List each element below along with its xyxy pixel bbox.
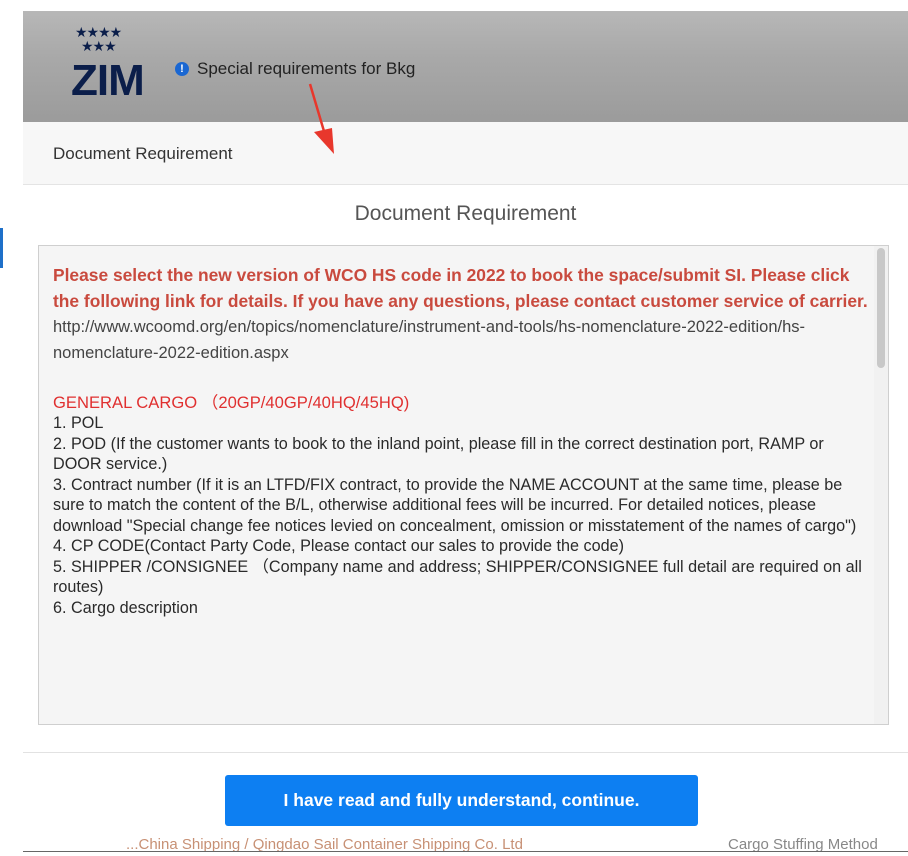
- hs-code-notice: Please select the new version of WCO HS …: [53, 265, 868, 311]
- continue-button[interactable]: I have read and fully understand, contin…: [225, 775, 698, 826]
- general-cargo-title: GENERAL CARGO （20GP/40GP/40HQ/45HQ): [53, 393, 410, 412]
- requirement-item: 2. POD (If the customer wants to book to…: [53, 434, 824, 474]
- scrollbar[interactable]: [874, 246, 888, 724]
- modal-bottom-border: [23, 851, 908, 852]
- scrollbar-thumb[interactable]: [877, 248, 885, 368]
- requirements-content: Please select the new version of WCO HS …: [39, 246, 874, 724]
- footer-divider: [23, 752, 908, 753]
- document-requirement-heading: Document Requirement: [354, 202, 577, 225]
- notice-text: Special requirements for Bkg: [197, 59, 416, 78]
- requirements-scroll-panel[interactable]: Please select the new version of WCO HS …: [38, 245, 889, 725]
- background-accent-bar: [0, 228, 3, 268]
- requirement-item: 5. SHIPPER /CONSIGNEE （Company name and …: [53, 557, 862, 597]
- requirement-item: 4. CP CODE(Contact Party Code, Please co…: [53, 537, 625, 555]
- requirement-item: 6. Cargo description: [53, 598, 198, 617]
- requirement-item: 1. POL: [53, 414, 104, 432]
- wco-link[interactable]: http://www.wcoomd.org/en/topics/nomencla…: [53, 314, 874, 366]
- modal-header: ★★★★ ★★★ ZIM ! Special requirements for …: [23, 11, 908, 122]
- info-circle-icon: !: [175, 62, 189, 76]
- red-arrow-annotation: [308, 83, 334, 154]
- logo-wordmark: ZIM: [71, 56, 145, 105]
- modal-title-label: Document Requirement: [53, 144, 233, 163]
- requirement-item: 3. Contract number (If it is an LTFD/FIX…: [53, 475, 857, 535]
- special-requirements-notice: ! Special requirements for Bkg: [175, 59, 415, 79]
- modal-title-bar: Document Requirement: [23, 122, 908, 185]
- zim-logo: ★★★★ ★★★ ZIM: [71, 25, 145, 105]
